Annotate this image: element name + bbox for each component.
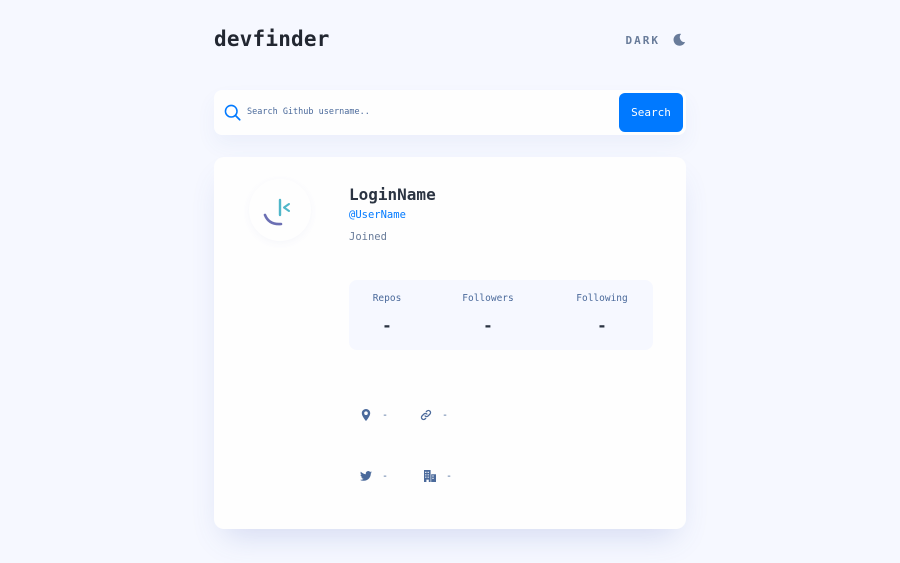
link-icon <box>420 409 432 421</box>
company-text: - <box>446 470 453 482</box>
stat-value: - <box>597 316 607 335</box>
twitter-icon <box>360 471 372 481</box>
blog-item[interactable]: - <box>420 407 448 423</box>
search-icon <box>224 104 241 121</box>
stat-value: - <box>382 316 392 335</box>
profile-handle-link[interactable]: @UserName <box>349 209 406 221</box>
location-pin-icon <box>361 409 371 421</box>
theme-toggle[interactable]: DARK <box>626 29 687 51</box>
location-text: - <box>382 409 389 421</box>
building-icon <box>424 470 436 482</box>
search-button[interactable]: Search <box>619 93 683 132</box>
blog-text: - <box>442 409 449 421</box>
loading-spinner-icon <box>263 198 290 226</box>
twitter-text: - <box>382 470 389 482</box>
stat-label: Followers <box>462 293 514 304</box>
profile-login-name: LoginName <box>349 185 436 204</box>
search-input[interactable] <box>247 102 607 122</box>
stat-following: Following - <box>552 293 652 335</box>
stats-panel: Repos - Followers - Following - <box>349 280 653 350</box>
twitter-item[interactable]: - <box>360 468 388 484</box>
stat-label: Repos <box>372 293 402 304</box>
theme-label: DARK <box>625 33 660 47</box>
stat-label: Following <box>576 293 628 304</box>
moon-icon <box>673 33 686 46</box>
profile-joined-date: Joined <box>349 231 387 243</box>
header: devfinder DARK <box>214 27 686 55</box>
profile-card: LoginName @UserName Joined Repos - Follo… <box>214 157 686 529</box>
search-bar: Search <box>214 90 686 135</box>
avatar <box>249 179 311 241</box>
stat-repos: Repos - <box>337 293 437 335</box>
company-item: - <box>424 468 452 484</box>
stat-followers: Followers - <box>438 293 538 335</box>
location-item: - <box>360 407 388 423</box>
stat-value: - <box>483 316 493 335</box>
app-logo: devfinder <box>214 27 330 51</box>
